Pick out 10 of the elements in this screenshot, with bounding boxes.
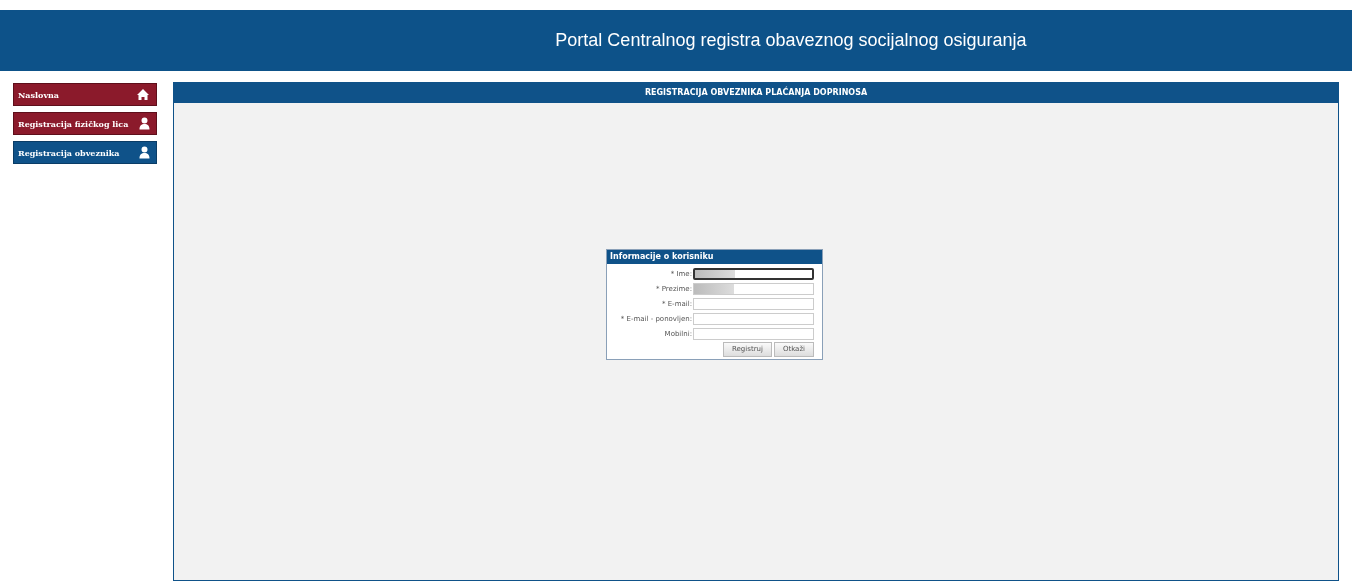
- sidebar-item[interactable]: Registracija fizičkog lica: [13, 112, 157, 135]
- user-icon: [139, 117, 150, 130]
- page-title: Portal Centralnog registra obaveznog socijalnog osiguranja: [555, 29, 1027, 52]
- user-icon: [139, 146, 150, 159]
- input-field[interactable]: [693, 268, 814, 280]
- panel-header: REGISTRACIJA OBVEZNIKA PLAĆANJA DOPRINOSA: [174, 83, 1338, 103]
- sidebar-item[interactable]: Registracija obveznika: [13, 141, 157, 164]
- home-icon: [136, 88, 150, 101]
- sidebar-item[interactable]: Naslovna: [13, 83, 157, 106]
- dialog-header: Informacije o korisniku: [607, 250, 822, 264]
